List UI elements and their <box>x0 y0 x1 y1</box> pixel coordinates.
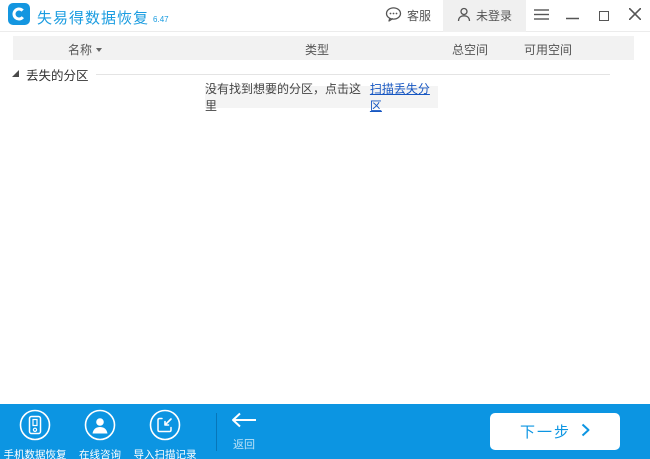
app-brand: 失易得数据恢复 6.47 <box>0 3 169 28</box>
support-label: 客服 <box>406 9 431 23</box>
chevron-right-icon <box>581 423 590 440</box>
column-header-type[interactable]: 类型 <box>305 41 329 58</box>
menu-icon <box>534 8 549 23</box>
next-step-button[interactable]: 下一步 <box>490 413 620 450</box>
person-icon <box>84 409 116 445</box>
close-icon <box>627 7 642 23</box>
menu-button[interactable] <box>526 0 557 32</box>
app-version: 6.47 <box>153 15 169 24</box>
tree-expand-icon[interactable] <box>12 70 19 77</box>
import-scan-record-button[interactable]: 导入扫描记录 <box>132 409 198 459</box>
empty-message-text: 没有找到想要的分区，点击这里 <box>205 82 362 113</box>
action-label: 手机数据恢复 <box>3 449 67 459</box>
next-step-label: 下一步 <box>519 424 571 441</box>
login-label: 未登录 <box>475 9 512 23</box>
back-label: 返回 <box>233 439 255 451</box>
chat-bubble-icon <box>385 6 402 25</box>
sort-caret-icon <box>96 48 103 52</box>
app-logo-icon <box>8 3 30 25</box>
action-label: 在线咨询 <box>79 449 121 459</box>
tree-group-divider <box>96 74 610 75</box>
support-button[interactable]: 客服 <box>373 0 443 32</box>
import-icon <box>149 409 181 445</box>
partition-table-header: 名称 类型 总空间 可用空间 <box>13 36 634 60</box>
maximize-icon <box>598 10 609 21</box>
back-arrow-icon <box>231 412 257 432</box>
user-icon <box>457 7 471 25</box>
titlebar: 失易得数据恢复 6.47 客服 未登录 <box>0 0 650 32</box>
online-consult-button[interactable]: 在线咨询 <box>67 409 133 459</box>
scan-lost-partition-link[interactable]: 扫描丢失分区 <box>370 80 438 114</box>
column-header-name[interactable]: 名称 <box>68 41 103 58</box>
action-label: 导入扫描记录 <box>133 449 197 459</box>
minimize-icon <box>566 9 579 23</box>
empty-partition-message: 没有找到想要的分区，点击这里 扫描丢失分区 <box>205 82 438 113</box>
phone-icon <box>19 409 51 445</box>
column-header-free-space[interactable]: 可用空间 <box>524 41 572 58</box>
toolbar-divider <box>216 413 217 451</box>
app-title: 失易得数据恢复 <box>37 10 150 27</box>
tree-group-label: 丢失的分区 <box>26 69 89 83</box>
login-button[interactable]: 未登录 <box>442 0 526 32</box>
app-window: 失易得数据恢复 6.47 客服 未登录 名称 类型 总空间 可用空间 丢失的分区… <box>0 0 650 459</box>
phone-recovery-button[interactable]: 手机数据恢复 <box>2 409 68 459</box>
minimize-button[interactable] <box>557 0 588 32</box>
bottom-toolbar: 手机数据恢复 在线咨询 导入扫描记录 返回 下一步 <box>0 404 650 459</box>
column-header-total-space[interactable]: 总空间 <box>452 41 488 58</box>
close-button[interactable] <box>619 0 650 32</box>
back-button[interactable]: 返回 <box>222 412 266 452</box>
maximize-button[interactable] <box>588 0 619 32</box>
titlebar-controls: 客服 未登录 <box>373 0 650 32</box>
